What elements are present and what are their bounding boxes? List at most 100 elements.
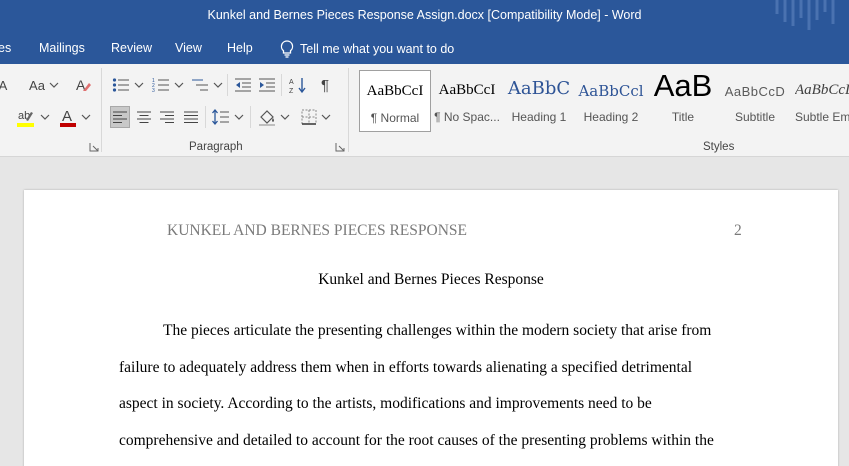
align-center-icon (137, 111, 151, 123)
sort-button[interactable]: A Z (287, 74, 309, 96)
style-preview: AaBbCcl (578, 82, 644, 100)
styles-gallery: AaBbCcI ¶ Normal AaBbCcI ¶ No Spac... Aa… (357, 68, 849, 132)
chevron-down-icon (49, 82, 59, 88)
style-preview: AaBbCcL (795, 82, 849, 98)
font-dialog-launcher-icon[interactable] (89, 142, 99, 152)
document-area[interactable]: KUNKEL AND BERNES PIECES RESPONSE 2 Kunk… (0, 157, 849, 466)
style-name: Heading 2 (583, 110, 639, 124)
highlight-color-bar (17, 123, 34, 127)
styles-group-label: Styles (703, 141, 735, 153)
style-heading-2[interactable]: AaBbCcl Heading 2 (575, 70, 647, 132)
ribbon: A Aa A ab A 1 2 3 A Z ¶ Paragraph AaBbCc… (0, 64, 849, 157)
change-case-label: Aa (29, 77, 45, 93)
align-left-button[interactable] (110, 106, 130, 128)
tab-mailings[interactable]: Mailings (39, 41, 85, 55)
show-formatting-marks-button[interactable]: ¶ (316, 74, 338, 96)
clear-formatting-icon: A (76, 77, 91, 93)
font-color-bar (60, 123, 76, 127)
bullet-list-icon (112, 78, 129, 92)
decrease-indent-icon (235, 78, 251, 92)
style-name: ¶ Normal (370, 111, 420, 125)
highlighter-icon: ab (17, 110, 34, 127)
align-left-icon (113, 111, 127, 123)
numbered-list-icon: 1 2 3 (152, 78, 169, 93)
line-spacing-button[interactable] (210, 106, 246, 128)
style-name: Subtitle (734, 110, 776, 124)
document-title: Kunkel and Bernes Pieces Response (318, 271, 544, 288)
tab-help[interactable]: Help (227, 41, 253, 55)
svg-text:A: A (289, 79, 294, 86)
chevron-down-icon (40, 114, 50, 120)
chevron-down-icon (321, 114, 331, 120)
lightbulb-icon (280, 40, 294, 58)
justify-icon (184, 111, 198, 123)
body-line: aspect in society. According to the arti… (119, 395, 652, 412)
multilevel-list-icon (192, 79, 208, 91)
clear-formatting-button[interactable]: A (72, 74, 94, 96)
style-preview: AaBbCcD (724, 84, 786, 99)
borders-icon (301, 109, 317, 125)
svg-text:Z: Z (289, 88, 294, 94)
borders-button[interactable] (298, 106, 334, 128)
style-preview: AaBbC (507, 78, 571, 99)
style-preview: AaB (653, 68, 713, 103)
increase-indent-button[interactable] (256, 74, 278, 96)
style-subtle-emphasis[interactable]: AaBbCcL Subtle Em (791, 70, 849, 132)
button-separator (205, 106, 206, 128)
tab-references[interactable]: es (0, 41, 11, 55)
font-color-icon: A (60, 108, 76, 127)
chevron-down-icon (234, 114, 244, 120)
bullets-button[interactable] (110, 74, 146, 96)
window-title: Kunkel and Bernes Pieces Response Assign… (207, 8, 642, 22)
sort-icon: A Z (289, 78, 306, 94)
justify-button[interactable] (181, 106, 201, 128)
button-separator (250, 106, 251, 128)
running-header: KUNKEL AND BERNES PIECES RESPONSE (167, 222, 467, 239)
pilcrow-icon: ¶ (321, 77, 329, 93)
group-separator (348, 68, 349, 152)
style-name: Heading 1 (511, 110, 567, 124)
tab-view[interactable]: View (175, 41, 202, 55)
body-line: comprehensive and detailed to account fo… (119, 432, 714, 449)
style-subtitle[interactable]: AaBbCcD Subtitle (719, 70, 791, 132)
shading-button[interactable] (256, 106, 292, 128)
chevron-down-icon (174, 82, 184, 88)
tab-review[interactable]: Review (111, 41, 152, 55)
style-name: Title (671, 110, 695, 124)
style-preview: AaBbCcI (438, 82, 496, 98)
svg-text:¶: ¶ (321, 77, 329, 93)
body-line: The pieces articulate the presenting cha… (163, 322, 712, 339)
button-separator (227, 74, 228, 96)
title-bar-pattern-icon (775, 0, 835, 30)
font-size-label: A (0, 77, 8, 93)
tell-me-text: Tell me what you want to do (300, 42, 455, 56)
align-right-button[interactable] (157, 106, 177, 128)
document-page[interactable]: KUNKEL AND BERNES PIECES RESPONSE 2 Kunk… (24, 190, 838, 466)
body-line: failure to adequately address them when … (119, 359, 693, 376)
text-highlight-button[interactable]: ab (16, 106, 50, 128)
style-normal[interactable]: AaBbCcI ¶ Normal (359, 70, 431, 132)
style-heading-1[interactable]: AaBbC Heading 1 (503, 70, 575, 132)
page-number: 2 (734, 222, 742, 239)
style-name: Subtle Em (795, 110, 849, 124)
font-color-button[interactable]: A (58, 106, 92, 128)
svg-text:A: A (62, 108, 72, 125)
chevron-down-icon (134, 82, 144, 88)
decrease-indent-button[interactable] (232, 74, 254, 96)
align-center-button[interactable] (134, 106, 154, 128)
tell-me-box[interactable]: Tell me what you want to do (280, 40, 454, 58)
paint-bucket-icon (259, 110, 275, 126)
svg-text:3: 3 (152, 88, 155, 93)
group-separator (101, 68, 102, 152)
paragraph-dialog-launcher-icon[interactable] (335, 142, 345, 152)
change-case-button[interactable]: Aa (26, 74, 62, 96)
chevron-down-icon (213, 82, 223, 88)
title-bar: Kunkel and Bernes Pieces Response Assign… (0, 0, 849, 34)
increase-indent-icon (259, 78, 275, 92)
button-separator (281, 74, 282, 96)
style-no-spacing[interactable]: AaBbCcI ¶ No Spac... (431, 70, 503, 132)
align-right-icon (160, 111, 174, 123)
multilevel-list-button[interactable] (189, 74, 225, 96)
numbering-button[interactable]: 1 2 3 (150, 74, 186, 96)
style-title[interactable]: AaB Title (647, 68, 719, 132)
